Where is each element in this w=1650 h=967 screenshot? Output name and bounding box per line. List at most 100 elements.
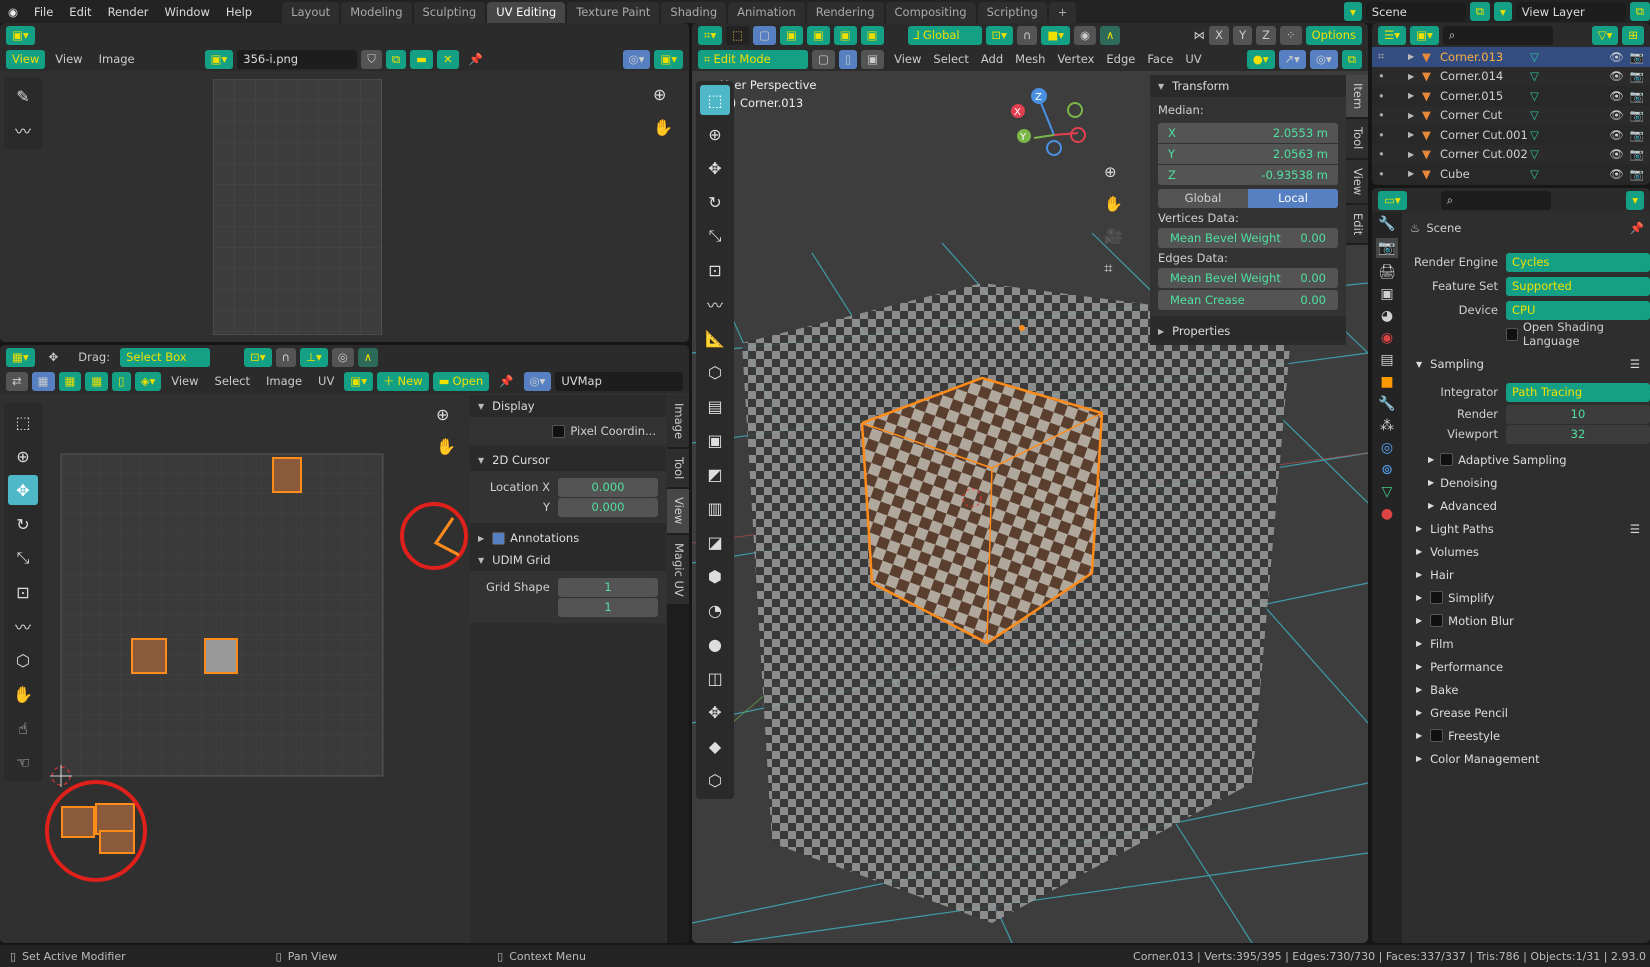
face-select-icon[interactable]: ▦ — [85, 371, 109, 391]
outliner-search-input[interactable]: ⌕ — [1442, 25, 1553, 45]
proportional-edit-icon[interactable]: ◉ — [1073, 25, 1097, 45]
osl-checkbox[interactable] — [1506, 327, 1518, 341]
menu-mesh[interactable]: Mesh — [1009, 52, 1051, 66]
section-header[interactable]: ▶ Motion Blur — [1406, 609, 1650, 632]
object-name[interactable]: Cube — [1440, 167, 1530, 181]
menu-render[interactable]: Render — [100, 5, 157, 19]
udim-panel-header[interactable]: ▼ UDIM Grid — [470, 549, 666, 571]
sidebar-tab-image[interactable]: Image — [667, 395, 689, 448]
menu-window[interactable]: Window — [157, 5, 218, 19]
expand-arrow-icon[interactable]: ▶ — [1408, 52, 1422, 61]
image-name-field[interactable]: 356-i.png — [237, 49, 358, 69]
expand-arrow-icon[interactable]: ▶ — [1408, 130, 1422, 139]
menu-select[interactable]: Select — [209, 374, 256, 388]
object-name[interactable]: Corner Cut — [1440, 108, 1530, 122]
section-header[interactable]: ▶ Simplify — [1406, 586, 1650, 609]
new-image-icon[interactable]: ⧉ — [385, 49, 407, 69]
sidebar-tab-tool[interactable]: Tool — [667, 449, 689, 488]
editor-type-button[interactable]: ▦▾ — [6, 347, 35, 367]
mirror-icon[interactable]: ⋈ — [1194, 28, 1206, 42]
new-view-layer-button[interactable]: ⧉ — [1629, 2, 1650, 21]
camera-icon[interactable]: 📷 — [1630, 147, 1644, 161]
overlay-icon[interactable]: ◎▾ — [1309, 49, 1338, 69]
section-checkbox[interactable] — [1430, 614, 1444, 627]
section-header[interactable]: ▶ Performance — [1406, 655, 1650, 678]
new-scene-button[interactable]: ⧉ — [1469, 2, 1490, 21]
new-collection-icon[interactable]: ⊞ — [1622, 25, 1644, 45]
mesh-data-icon[interactable]: ▽ — [1530, 50, 1539, 64]
particles-tab-icon[interactable]: ⁂ — [1380, 418, 1394, 434]
pan-hand-icon[interactable]: ✋ — [436, 437, 456, 456]
object-name[interactable]: Corner.013 — [1440, 50, 1530, 64]
mesh-data-icon[interactable]: ▽ — [1530, 108, 1539, 122]
shear-tool-icon[interactable]: ◆ — [700, 731, 730, 761]
poly-build-tool-icon[interactable]: ⬢ — [700, 561, 730, 591]
edit-mode-icon[interactable]: ⌗ — [1378, 49, 1408, 64]
outliner-item[interactable]: • ▶ ▼ Corner Cut ▽ 👁 📷 — [1372, 105, 1650, 125]
grid-shape-x-field[interactable]: 1 — [558, 577, 658, 597]
eye-icon[interactable]: 👁 — [1609, 108, 1624, 122]
section-header[interactable]: ▶ Film — [1406, 632, 1650, 655]
image-canvas[interactable] — [213, 79, 382, 335]
subsection-header[interactable]: ▶ Advanced — [1418, 494, 1650, 517]
pin-icon[interactable]: 📌 — [463, 52, 489, 66]
outliner-item[interactable]: ⌗ ▶ ▼ Corner.013 ▽ 👁 📷 — [1372, 47, 1650, 67]
select-mode-new-icon[interactable]: ▢ — [753, 25, 776, 45]
view-layer-selector[interactable]: ▾ — [1494, 2, 1512, 21]
measure-tool-icon[interactable]: 📐 — [700, 323, 730, 353]
median-y-field[interactable]: Y 2.0563 m — [1158, 144, 1338, 164]
select-mode-invert-icon[interactable]: ▣ — [833, 25, 857, 45]
dot-icon[interactable]: • — [1378, 147, 1408, 161]
select-tool-icon[interactable]: ⬚ — [726, 25, 750, 45]
section-checkbox[interactable] — [1430, 729, 1444, 742]
subsection-header[interactable]: ▶ Denoising — [1418, 471, 1650, 494]
pan-hand-icon[interactable]: ✋ — [1104, 195, 1123, 213]
collection-tab-icon[interactable]: ▤ — [1380, 352, 1393, 368]
display-panel-header[interactable]: ▼ Display — [470, 395, 666, 417]
menu-uv[interactable]: UV — [312, 374, 340, 388]
camera-icon[interactable]: 📷 — [1630, 128, 1644, 142]
new-image-button[interactable]: ＋ New — [376, 371, 429, 391]
material-tab-icon[interactable]: ● — [1381, 506, 1393, 522]
physics-tab-icon[interactable]: ◎ — [1381, 440, 1393, 456]
menu-uv[interactable]: UV — [1179, 52, 1207, 66]
device-dropdown[interactable]: CPU — [1506, 300, 1650, 320]
eye-icon[interactable]: 👁 — [1609, 69, 1624, 83]
sidebar-tab-item[interactable]: Item — [1346, 75, 1368, 118]
expand-arrow-icon[interactable]: ▶ — [1408, 91, 1422, 100]
view-layer-name[interactable]: View Layer — [1515, 2, 1626, 21]
select-mode-intersect-icon[interactable]: ▣ — [860, 25, 884, 45]
fake-user-icon[interactable]: ⛉ — [361, 49, 382, 69]
modifier-tab-icon[interactable]: 🔧 — [1378, 396, 1395, 412]
scene-tab-icon[interactable]: ◕ — [1381, 308, 1393, 324]
eye-icon[interactable]: 👁 — [1609, 128, 1624, 142]
object-name[interactable]: Corner Cut.002 — [1440, 147, 1530, 161]
uv-edge[interactable] — [433, 517, 460, 557]
subsection-header[interactable]: ▶ Adaptive Sampling — [1418, 448, 1650, 471]
scene-name[interactable]: Scene — [1365, 2, 1466, 21]
island-select-icon[interactable]: ▯ — [112, 371, 131, 391]
bevel-tool-icon[interactable]: ◩ — [700, 459, 730, 489]
mode-dropdown[interactable]: ⌗ Edit Mode — [698, 49, 808, 69]
topology-mirror-icon[interactable]: ⁘ — [1279, 25, 1302, 45]
pivot-icon[interactable]: ⊡▾ — [985, 25, 1013, 45]
outliner-item[interactable]: • ▶ ▼ Cube ▽ 👁 📷 — [1372, 164, 1650, 184]
vertex-select-mode-icon[interactable]: ▢ — [812, 49, 835, 69]
menu-vertex[interactable]: Vertex — [1051, 52, 1100, 66]
open-image-icon[interactable]: ▬ — [410, 49, 433, 69]
overlay-icon[interactable]: ◎▾ — [622, 49, 651, 69]
mean-crease-field[interactable]: Mean Crease 0.00 — [1158, 290, 1338, 310]
object-name[interactable]: Corner.015 — [1440, 89, 1530, 103]
feature-set-dropdown[interactable]: Supported — [1506, 276, 1650, 296]
pin-icon[interactable]: 📌 — [1630, 221, 1650, 235]
menu-view[interactable]: View — [165, 374, 204, 388]
section-header[interactable]: ▶ Freestyle — [1406, 724, 1650, 747]
local-toggle[interactable]: Local — [1248, 188, 1338, 208]
dot-icon[interactable]: • — [1378, 69, 1408, 83]
sidebar-tab-tool[interactable]: Tool — [1346, 119, 1368, 158]
tab-uv-editing[interactable]: UV Editing — [487, 2, 566, 23]
zoom-icon[interactable]: ⊕ — [653, 85, 666, 104]
snap-icon[interactable]: ∩ — [1016, 25, 1038, 45]
rip-tool-icon[interactable]: ⬡ — [700, 765, 730, 795]
viewport-samples-field[interactable]: 32 — [1506, 424, 1650, 444]
